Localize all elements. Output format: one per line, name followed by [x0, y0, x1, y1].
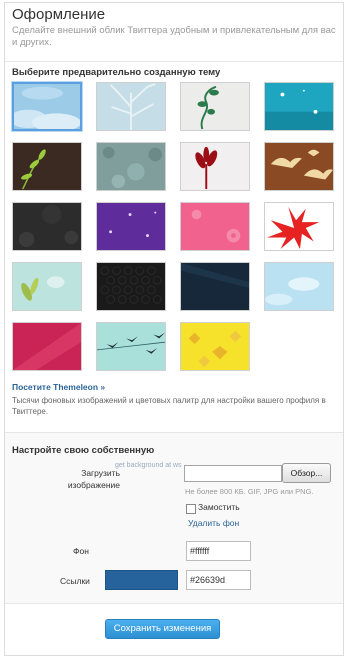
page-title: Оформление: [12, 6, 106, 23]
tile-checkbox[interactable]: [186, 504, 196, 514]
theme-thumb-blue-sparkles[interactable]: [264, 82, 334, 131]
upload-hint: get background at ws: [115, 462, 182, 469]
theme-thumb-birds-on-wire[interactable]: [96, 322, 166, 371]
theme-thumb-pink-flowers[interactable]: [180, 202, 250, 251]
remove-background-link[interactable]: Удалить фон: [188, 518, 239, 528]
custom-section-title: Настройте свою собственную: [12, 445, 155, 456]
theme-thumb-pink-stripes[interactable]: [12, 322, 82, 371]
theme-thumb-purple-sparkles[interactable]: [96, 202, 166, 251]
theme-thumb-green-leaves[interactable]: [12, 142, 82, 191]
link-color-swatch[interactable]: [105, 570, 178, 590]
theme-thumb-gray-texture[interactable]: [96, 142, 166, 191]
theme-thumb-sky-clouds[interactable]: [12, 82, 82, 131]
theme-thumb-dark-navy[interactable]: [180, 262, 250, 311]
theme-thumb-frosty-tree[interactable]: [96, 82, 166, 131]
upload-label: Загрузить изображение: [67, 468, 120, 490]
theme-thumb-black-hexagon[interactable]: [96, 262, 166, 311]
file-path-input[interactable]: [184, 465, 282, 482]
link-color-input[interactable]: [186, 570, 251, 590]
theme-thumb-red-leaves[interactable]: [264, 202, 334, 251]
themeleon-description: Тысячи фоновых изображений и цветовых па…: [12, 396, 326, 416]
divider: [5, 61, 343, 62]
theme-thumb-blue-clouds[interactable]: [264, 262, 334, 311]
themeleon-link[interactable]: Посетите Themeleon »: [12, 382, 105, 392]
theme-thumb-red-plant[interactable]: [180, 142, 250, 191]
theme-thumb-green-vine[interactable]: [180, 82, 250, 131]
save-changes-button[interactable]: Сохранить изменения: [105, 619, 220, 639]
page-subtitle: Сделайте внешний облик Твиттера удобным …: [12, 25, 336, 48]
theme-thumb-yellow-leaves[interactable]: [180, 322, 250, 371]
link-color-label: Ссылки: [60, 576, 90, 586]
themes-section-title: Выберите предварительно созданную тему: [12, 67, 221, 78]
tile-label: Замостить: [198, 502, 240, 512]
theme-thumb-dark-texture[interactable]: [12, 202, 82, 251]
background-color-label: Фон: [73, 546, 89, 556]
theme-thumb-birds-brown[interactable]: [264, 142, 334, 191]
theme-thumb-turquoise-leaf[interactable]: [12, 262, 82, 311]
file-size-note: Не более 800 КБ. GIF, JPG или PNG.: [185, 487, 314, 496]
header: Оформление Сделайте внешний облик Твитте…: [12, 6, 337, 49]
background-color-input[interactable]: [186, 541, 251, 561]
browse-button[interactable]: Обзор...: [282, 463, 331, 483]
